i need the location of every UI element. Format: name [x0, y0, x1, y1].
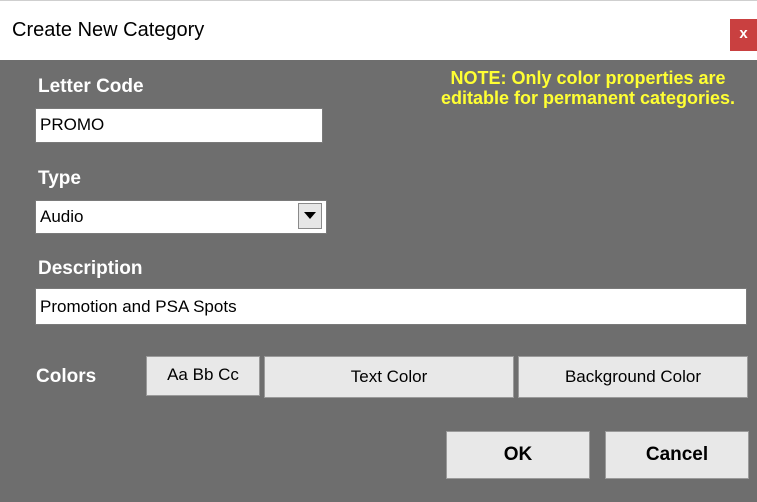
cancel-button[interactable]: Cancel: [605, 431, 749, 479]
ok-label: OK: [503, 444, 533, 465]
color-preview-text: Aa Bb Cc: [167, 365, 239, 384]
description-label: Description: [38, 258, 143, 279]
window-title: Create New Category: [12, 19, 205, 41]
type-select[interactable]: Audio: [35, 200, 327, 234]
color-preview: Aa Bb Cc: [146, 356, 260, 396]
letter-code-input[interactable]: PROMO: [35, 108, 323, 143]
letter-code-label: Letter Code: [38, 76, 144, 97]
text-color-button[interactable]: Text Color: [264, 356, 514, 398]
cancel-label: Cancel: [645, 444, 709, 465]
colors-label: Colors: [36, 366, 97, 387]
close-button[interactable]: x: [730, 19, 757, 51]
background-color-button[interactable]: Background Color: [518, 356, 748, 398]
background-color-label: Background Color: [564, 367, 702, 386]
dialog-body: Letter Code PROMO NOTE: Only color prope…: [0, 60, 757, 502]
description-input[interactable]: Promotion and PSA Spots: [35, 288, 747, 325]
close-icon: x: [739, 25, 748, 42]
ok-button[interactable]: OK: [446, 431, 590, 479]
permanent-category-note: NOTE: Only color properties are editable…: [440, 68, 736, 108]
title-bar: Create New Category x: [0, 0, 757, 60]
type-label: Type: [38, 168, 81, 189]
type-select-value: Audio: [40, 207, 84, 226]
chevron-down-icon[interactable]: [298, 203, 322, 229]
text-color-label: Text Color: [350, 367, 428, 386]
